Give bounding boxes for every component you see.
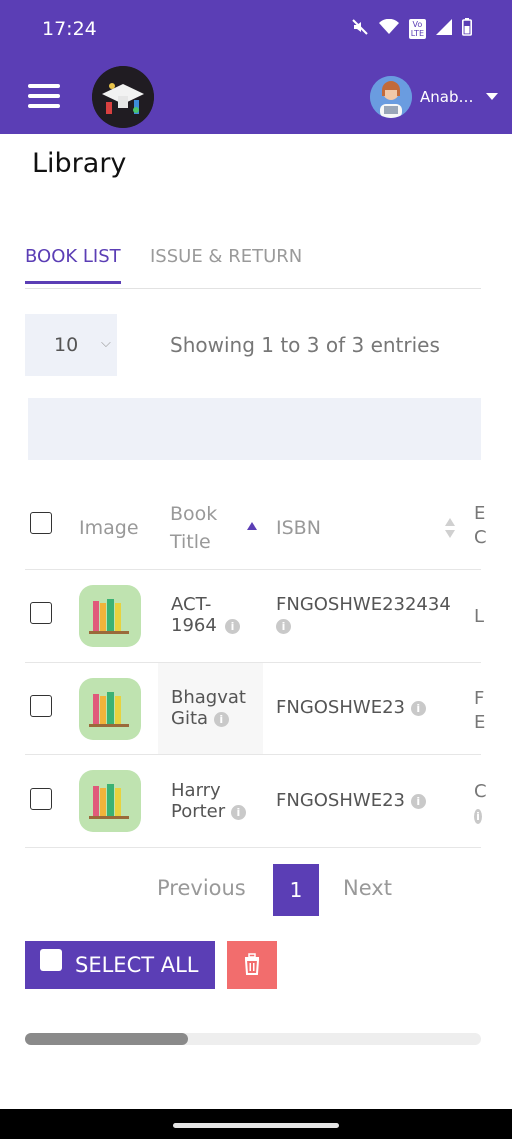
book-isbn: FNGOSHWE23 i [276,790,426,811]
header-isbn[interactable]: ISBN [276,514,321,542]
select-all-button[interactable]: SELECT ALL [25,941,215,989]
horizontal-scrollbar[interactable] [25,1033,481,1045]
book-title: Harry Porter i [171,780,255,822]
signal-icon [436,19,452,39]
row-clipped-cell: FE [474,688,486,733]
sort-asc-icon[interactable] [246,516,258,535]
mute-icon [351,18,369,40]
info-icon[interactable]: i [230,804,246,820]
header-clipped: EC [474,503,487,548]
menu-icon[interactable] [28,84,60,108]
home-gesture-pill[interactable] [173,1123,339,1128]
book-isbn: FNGOSHWE232434 i [276,594,451,636]
book-title-text: ACT-1964 [171,594,217,636]
select-all-label: SELECT ALL [75,953,199,977]
info-icon[interactable]: i [410,700,426,716]
select-all-checkbox[interactable] [40,949,62,971]
info-icon[interactable]: i [276,618,291,634]
info-icon[interactable]: i [213,711,229,727]
tabs-divider [25,288,481,289]
row-clipped-cell: L [474,606,485,627]
status-time: 17:24 [42,18,97,40]
book-thumbnail [79,770,141,832]
user-avatar[interactable] [370,76,412,118]
header-image: Image [79,517,139,539]
scrollbar-thumb[interactable] [25,1033,188,1045]
wifi-icon [378,18,399,39]
select-all-rows-checkbox[interactable] [30,512,52,534]
entries-info: Showing 1 to 3 of 3 entries [170,333,440,357]
sort-icon[interactable] [444,517,456,543]
info-icon[interactable]: i [410,793,426,809]
row-checkbox[interactable] [30,602,52,624]
status-icons: Vo LTE [351,18,472,40]
book-isbn-text: FNGOSHWE23 [276,790,405,811]
delete-button[interactable] [227,941,277,989]
chevron-down-icon: ⌵ [101,336,111,351]
battery-icon [462,18,472,40]
pagination-previous[interactable]: Previous [157,876,246,900]
book-title-text: Harry Porter [171,780,226,822]
user-name[interactable]: Anabelle [420,88,480,106]
page-size-select[interactable]: 10 ⌵ [25,314,117,376]
system-nav-bar [0,1109,512,1139]
volte-icon: Vo LTE [408,19,426,39]
row-checkbox[interactable] [30,695,52,717]
app-bar: 17:24 Vo LTE Anabelle [0,0,512,134]
page-title: Library [32,148,127,179]
book-isbn: FNGOSHWE23 i [276,697,426,718]
row-checkbox[interactable] [30,788,52,810]
row-divider [25,569,481,570]
search-input[interactable] [28,398,481,460]
info-icon[interactable]: i [225,618,240,634]
row-divider [25,847,481,848]
trash-icon [244,953,260,975]
book-isbn-text: FNGOSHWE232434 [276,594,451,615]
row-divider [25,754,481,755]
book-title: ACT-1964 i [171,594,240,636]
book-title: Bhagvat Gita i [171,687,255,729]
tab-book-list[interactable]: BOOK LIST [25,246,121,284]
pagination-page-1[interactable]: 1 [273,864,319,916]
book-isbn-text: FNGOSHWE23 [276,697,405,718]
page-size-value: 10 [54,334,79,356]
book-title-text: Bhagvat Gita [171,687,246,729]
app-logo [92,66,154,128]
book-thumbnail [79,585,141,647]
row-clipped-cell: Ci [474,781,487,824]
book-thumbnail [79,678,141,740]
pagination-next[interactable]: Next [343,876,392,900]
tab-issue-return[interactable]: ISSUE & RETURN [150,246,302,267]
header-book-title[interactable]: Book Title [170,500,230,556]
chevron-down-icon[interactable] [486,93,498,100]
